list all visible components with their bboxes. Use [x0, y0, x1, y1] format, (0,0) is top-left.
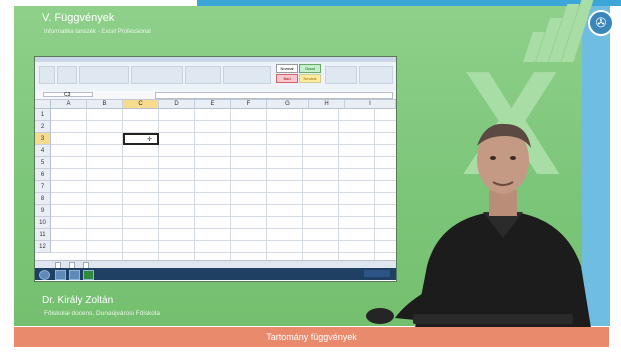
alignment-group[interactable] — [131, 66, 183, 84]
row-header-selected[interactable]: 3 — [35, 133, 51, 145]
column-header[interactable]: I — [345, 100, 396, 109]
cell-area[interactable] — [51, 109, 396, 260]
editing-group[interactable] — [359, 66, 393, 84]
column-header-selected[interactable]: C — [123, 100, 159, 109]
start-button-icon[interactable] — [39, 270, 50, 280]
formula-bar: C3 — [35, 91, 396, 100]
font-group[interactable] — [79, 66, 129, 84]
style-bad[interactable]: Bad — [276, 74, 298, 83]
row-header[interactable]: 10 — [35, 217, 51, 229]
taskbar-app-icon[interactable] — [69, 270, 80, 280]
excel-window[interactable]: Normal Bad Good Neutral C3 A B C D E F G… — [34, 56, 397, 282]
row-header[interactable]: 12 — [35, 241, 51, 253]
column-header[interactable]: F — [231, 100, 267, 109]
excel-taskbar-icon[interactable] — [83, 270, 94, 280]
style-neutral[interactable]: Neutral — [299, 74, 321, 83]
taskbar-app-icon[interactable] — [55, 270, 66, 280]
number-group[interactable] — [185, 66, 221, 84]
topic-bar: Tartomány függvények — [14, 327, 609, 347]
select-all-corner[interactable] — [35, 100, 51, 109]
windows-taskbar — [35, 268, 396, 280]
column-header[interactable]: H — [309, 100, 345, 109]
active-cell[interactable] — [123, 133, 159, 145]
topic-title: Tartomány függvények — [266, 332, 357, 342]
chapter-title: V. Függvények — [42, 12, 115, 24]
column-header[interactable]: B — [87, 100, 123, 109]
name-box[interactable]: C3 — [43, 92, 93, 98]
course-subtitle: Informatika tanszék - Excel Professional — [44, 29, 151, 35]
row-header[interactable]: 4 — [35, 145, 51, 157]
row-header[interactable]: 5 — [35, 157, 51, 169]
column-header[interactable]: A — [51, 100, 87, 109]
column-header[interactable]: G — [267, 100, 309, 109]
logo-icon: ✇ — [588, 10, 614, 36]
system-clock — [364, 270, 390, 277]
presenter-role: Főiskolai docens, Dunaújvárosi Főiskola — [44, 310, 160, 317]
row-header[interactable]: 7 — [35, 181, 51, 193]
video-frame: ✇ V. Függvények Informatika tanszék - Ex… — [0, 0, 621, 356]
row-header[interactable]: 6 — [35, 169, 51, 181]
excel-ribbon: Normal Bad Good Neutral — [35, 62, 396, 92]
row-header[interactable]: 8 — [35, 193, 51, 205]
mouse-cursor-icon: ✛ — [147, 137, 153, 143]
style-normal[interactable]: Normal — [276, 64, 298, 73]
paste-button[interactable] — [39, 66, 55, 84]
row-header[interactable]: 11 — [35, 229, 51, 241]
row-header[interactable]: 9 — [35, 205, 51, 217]
column-header[interactable]: D — [159, 100, 195, 109]
style-good[interactable]: Good — [299, 64, 321, 73]
clipboard-group[interactable] — [57, 66, 77, 84]
row-header[interactable]: 1 — [35, 109, 51, 121]
presenter-figure — [395, 123, 591, 328]
conditional-format-group[interactable] — [223, 66, 271, 84]
formula-input[interactable] — [155, 92, 393, 99]
row-header[interactable]: 2 — [35, 121, 51, 133]
presenter-name: Dr. Király Zoltán — [42, 295, 114, 306]
computer-mouse — [366, 308, 394, 324]
cells-group[interactable] — [325, 66, 357, 84]
column-header[interactable]: E — [195, 100, 231, 109]
spreadsheet-grid[interactable]: A B C D E F G H I 1 2 3 4 5 6 7 8 9 10 1… — [35, 100, 396, 260]
keyboard — [413, 314, 573, 324]
